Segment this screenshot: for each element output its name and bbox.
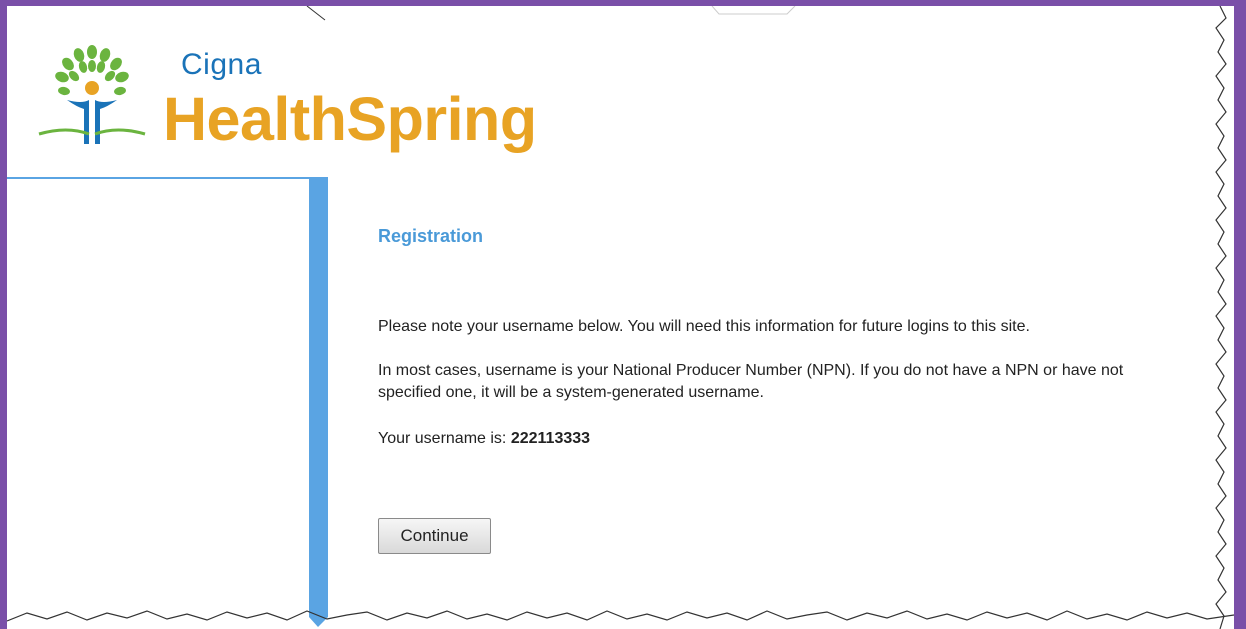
username-label: Your username is: (378, 430, 507, 447)
username-value: 222113333 (510, 430, 591, 447)
sidebar-top-rule (7, 177, 309, 179)
registration-content: Registration Please note your username b… (378, 6, 1218, 626)
sidebar-divider-bar (309, 177, 328, 627)
continue-button[interactable]: Continue (378, 518, 491, 554)
tree-person-icon (38, 45, 146, 144)
page-frame: Cigna HealthSpring Registration Please n… (7, 6, 1234, 629)
brand-company: Cigna (181, 48, 262, 81)
torn-edge-bottom (7, 610, 1234, 622)
npn-explanation: In most cases, username is your National… (378, 362, 1124, 401)
torn-edge-right (1215, 6, 1227, 629)
section-title: Registration (378, 226, 484, 246)
username-line: Your username is: 222113333 (378, 428, 590, 450)
username-note: Please note your username below. You wil… (378, 318, 1030, 335)
